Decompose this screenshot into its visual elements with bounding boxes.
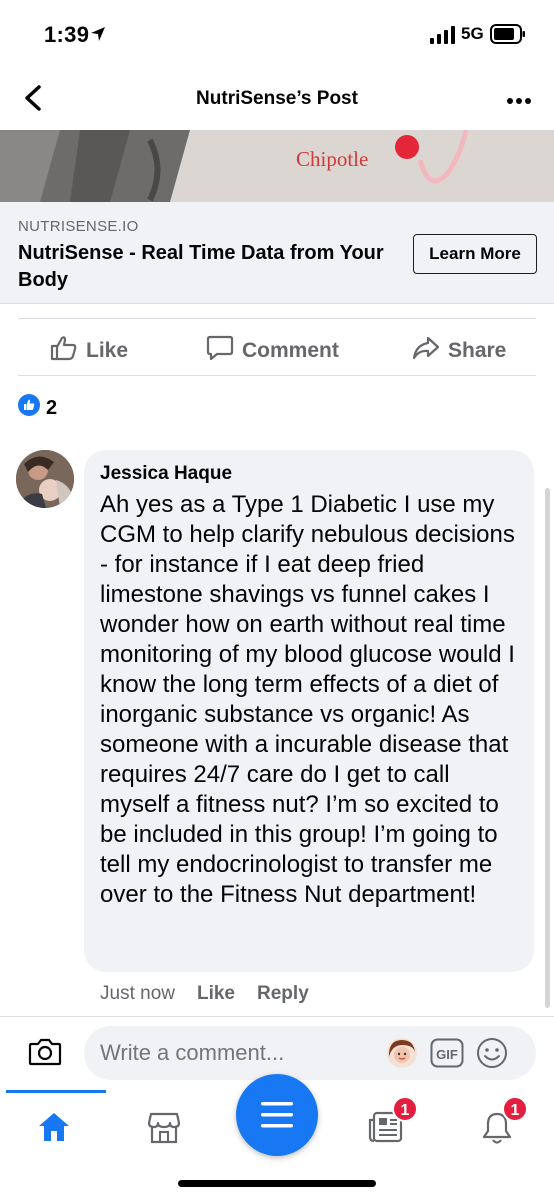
comment-text: Ah yes as a Type 1 Diabetic I use my CGM… (100, 491, 515, 908)
comment-like-button[interactable]: Like (197, 983, 235, 1005)
home-icon (36, 1113, 72, 1148)
post-actions-bar: Like Comment Share (18, 318, 536, 376)
nav-marketplace[interactable] (146, 1110, 182, 1151)
ad-domain: NUTRISENSE.IO (18, 218, 139, 235)
like-reaction-icon (18, 394, 40, 422)
commenter-avatar[interactable] (16, 450, 74, 508)
notifications-badge: 1 (502, 1096, 528, 1122)
reactions-summary[interactable]: 2 (18, 394, 57, 422)
avatar-sticker-icon[interactable] (386, 1037, 418, 1074)
bell-icon (480, 1112, 514, 1150)
comment-author[interactable]: Jessica Haque (100, 462, 518, 486)
nav-notifications[interactable]: 1 (480, 1096, 528, 1151)
share-arrow-icon (412, 335, 440, 367)
comment-reply-button[interactable]: Reply (257, 983, 309, 1005)
news-feed-icon (368, 1111, 404, 1148)
share-label: Share (448, 339, 507, 362)
composer-icons: GIF (386, 1037, 508, 1074)
scrollbar[interactable] (545, 488, 550, 1008)
location-arrow-icon (90, 26, 106, 47)
nav-menu-button[interactable] (236, 1074, 318, 1156)
nav-home[interactable] (36, 1110, 72, 1149)
comment-button[interactable]: Comment (206, 335, 339, 367)
gif-icon[interactable]: GIF (430, 1038, 464, 1073)
network-type: 5G (461, 24, 484, 43)
ad-image-caption: Chipotle (296, 147, 369, 171)
battery-icon (490, 24, 526, 49)
menu-hamburger-icon (261, 1100, 293, 1135)
ad-title[interactable]: NutriSense - Real Time Data from Your Bo… (18, 240, 398, 294)
status-bar: 1:39 5G (0, 0, 554, 68)
comment-bubble-icon (206, 335, 234, 367)
learn-more-button[interactable]: Learn More (413, 234, 537, 274)
home-indicator[interactable] (178, 1180, 376, 1187)
comment-bubble[interactable]: Jessica Haque Ah yes as a Type 1 Diabeti… (84, 450, 534, 972)
active-tab-indicator (6, 1090, 106, 1093)
comment-meta: Just now Like Reply (100, 983, 309, 1005)
like-label: Like (86, 339, 129, 362)
share-button[interactable]: Share (412, 335, 506, 367)
ad-link-card[interactable]: NUTRISENSE.IO NutriSense - Real Time Dat… (0, 202, 554, 304)
comment-label: Comment (242, 339, 339, 362)
comment-timestamp: Just now (100, 983, 175, 1004)
page-title: NutriSense’s Post (196, 88, 358, 109)
reaction-count: 2 (46, 396, 58, 419)
feeds-badge: 1 (392, 1096, 418, 1122)
post-header: NutriSense’s Post (0, 68, 554, 130)
gif-label: GIF (436, 1047, 458, 1062)
ad-image[interactable]: Chipotle (0, 130, 554, 202)
nav-feeds[interactable]: 1 (368, 1096, 418, 1149)
status-time: 1:39 (44, 22, 90, 47)
emoji-icon[interactable] (476, 1037, 508, 1074)
camera-icon[interactable] (28, 1037, 62, 1072)
like-button[interactable]: Like (50, 335, 128, 367)
thumbs-up-icon (50, 335, 78, 367)
marketplace-icon (146, 1112, 182, 1150)
cellular-signal-icon (430, 26, 456, 49)
more-options-icon[interactable] (506, 92, 532, 110)
